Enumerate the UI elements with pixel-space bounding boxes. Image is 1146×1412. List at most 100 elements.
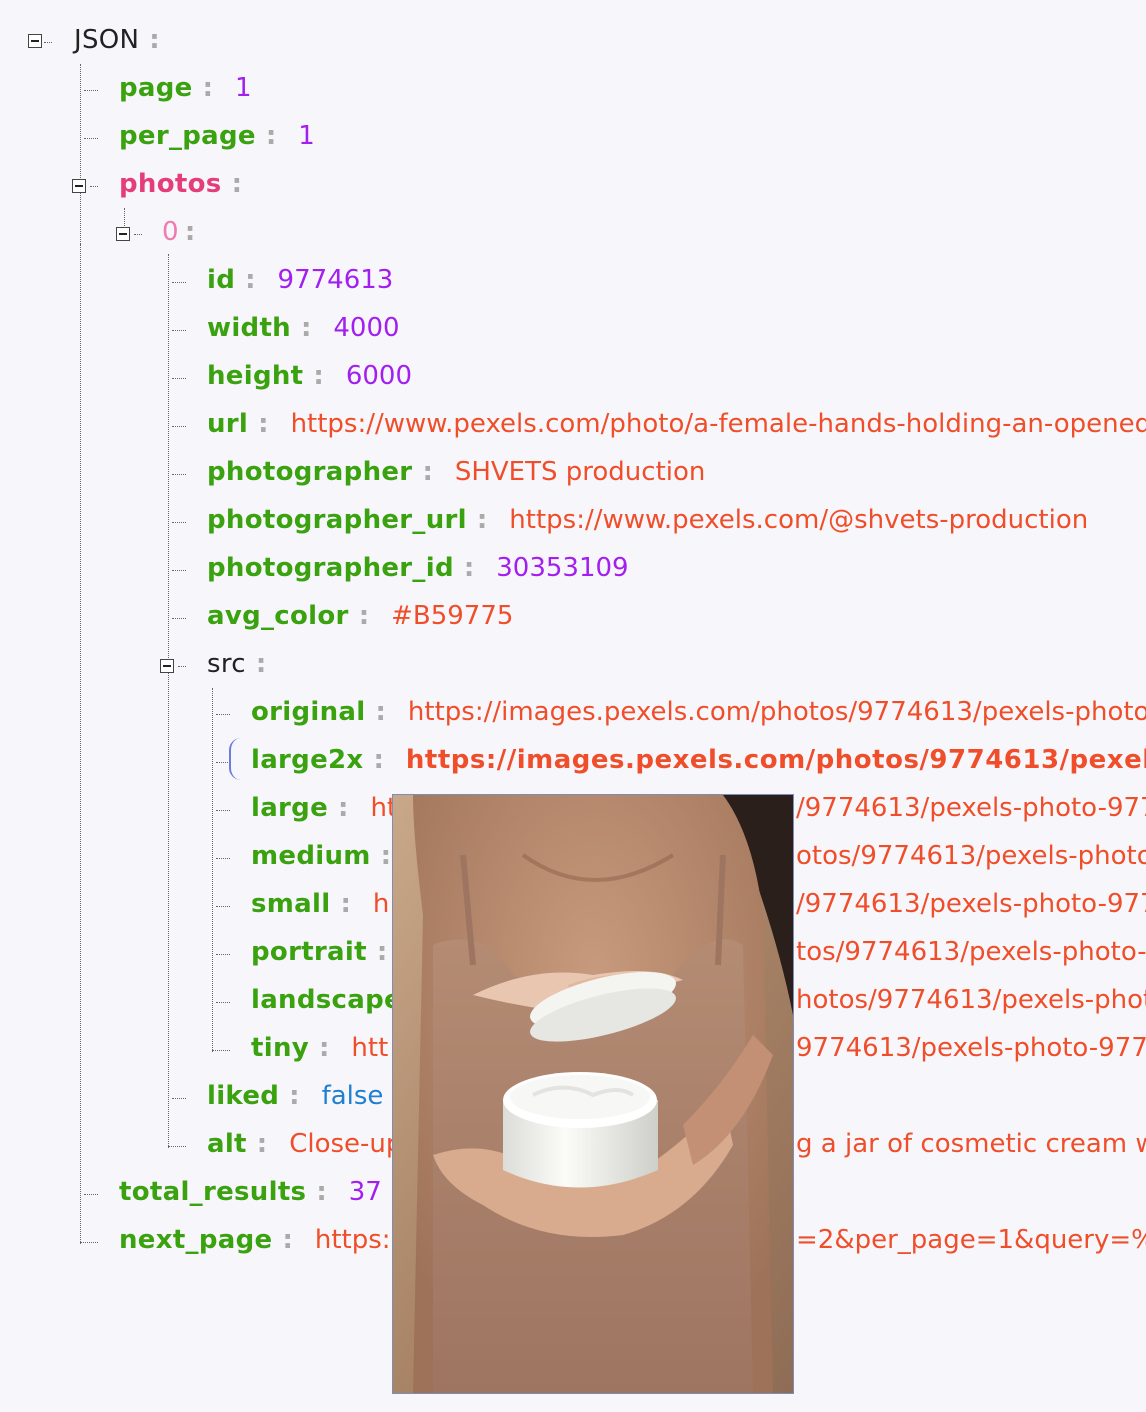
colon: : [316,1177,327,1207]
value-medium-tail[interactable]: otos/9774613/pexels-photo-9 [796,836,1146,876]
value-alt: Close-up [289,1129,403,1159]
value-alt-tail: g a jar of cosmetic cream w [796,1124,1146,1164]
tree-guide-src [212,688,213,1052]
tree-branch [44,42,52,43]
tree-branch [172,426,186,427]
colon: : [255,649,267,679]
value-original[interactable]: https://images.pexels.com/photos/9774613… [408,697,1146,727]
tree-row-photographer-id[interactable]: photographer_id:30353109 [207,548,629,588]
tree-branch [216,1002,230,1003]
colon: : [476,505,488,535]
colon: : [376,937,388,967]
colon: : [231,169,242,199]
colon: : [149,25,160,55]
value-url[interactable]: https://www.pexels.com/photo/a-female-ha… [291,409,1146,439]
colon: : [338,793,349,823]
key-photos: photos [119,169,222,199]
tree-row-medium[interactable]: medium: [251,836,413,876]
tree-row-liked[interactable]: liked: false [207,1076,383,1116]
tree-branch [172,330,186,331]
value-tiny-tail-text: 9774613/pexels-photo-97746 [796,1033,1146,1063]
tree-row-per-page[interactable]: per_page:1 [119,116,315,156]
tree-row-width[interactable]: width:4000 [207,308,400,348]
tree-branch [172,570,186,571]
value-photographer-url[interactable]: https://www.pexels.com/@shvets-productio… [509,505,1088,535]
collapse-toggle-icon[interactable] [28,34,42,48]
value-portrait-tail-text: tos/9774613/pexels-photo-97 [796,937,1146,967]
key-photographer: photographer [207,457,413,487]
collapse-toggle-icon[interactable] [160,659,174,673]
tree-root-row[interactable]: JSON: [74,20,182,60]
colon: : [463,553,475,583]
colon: : [289,1081,300,1111]
tree-row-page[interactable]: page:1 [119,68,252,108]
value-small[interactable]: h [373,889,389,919]
colon: : [258,409,269,439]
value-small-tail[interactable]: /9774613/pexels-photo-9774 [796,884,1146,924]
collapse-toggle-icon[interactable] [72,179,86,193]
tree-row-small[interactable]: small: h [251,884,389,924]
colon: : [184,217,196,247]
tree-branch [216,858,230,859]
tree-row-height[interactable]: height:6000 [207,356,412,396]
tree-branch [84,90,98,91]
tree-branch [172,282,186,283]
colon: : [282,1225,293,1255]
colon: : [375,697,386,727]
tree-row-next-page[interactable]: next_page: https: [119,1220,391,1260]
tree-row-photographer[interactable]: photographer: SHVETS production [207,452,705,492]
key-url: url [207,409,249,439]
tree-guide-root [80,64,81,244]
colon: : [380,841,392,871]
value-total-results: 37 [348,1177,382,1207]
key-per-page: per_page [119,121,256,151]
tree-row-alt[interactable]: alt: Close-up [207,1124,402,1164]
value-large-tail-text: /9774613/pexels-photo-9774 [796,793,1146,823]
tree-branch [216,954,230,955]
value-small-tail-text: /9774613/pexels-photo-9774 [796,889,1146,919]
value-large-tail[interactable]: /9774613/pexels-photo-9774 [796,788,1146,828]
key-height: height [207,361,304,391]
tree-row-total-results[interactable]: total_results:37 [119,1172,382,1212]
tree-guide-item0 [168,254,169,1148]
tree-row-large[interactable]: large: ht [251,788,397,828]
tree-row-photographer-url[interactable]: photographer_url: https://www.pexels.com/… [207,500,1088,540]
tree-branch [212,1050,230,1051]
colon: : [202,73,214,103]
value-tiny-tail[interactable]: 9774613/pexels-photo-97746 [796,1028,1146,1068]
tree-row-photos[interactable]: photos: [119,164,264,204]
tree-row-photo-0[interactable]: 0: [162,212,217,252]
tree-branch [172,522,186,523]
key-portrait: portrait [251,937,367,967]
colon: : [313,361,324,391]
key-landscape: landscape [251,985,402,1015]
key-liked: liked [207,1081,280,1111]
value-id: 9774613 [277,265,394,295]
tree-row-portrait[interactable]: portrait: [251,932,409,972]
key-photographer-url: photographer_url [207,505,467,535]
tree-branch [216,714,230,715]
value-large2x[interactable]: https://images.pexels.com/photos/9774613… [406,745,1146,775]
collapse-toggle-icon[interactable] [116,227,130,241]
value-portrait-tail[interactable]: tos/9774613/pexels-photo-97 [796,932,1146,972]
value-landscape-tail[interactable]: hotos/9774613/pexels-photo [796,980,1146,1020]
tree-branch [216,906,230,907]
tree-row-original[interactable]: original: https://images.pexels.com/photo… [251,692,1146,732]
tree-row-tiny[interactable]: tiny: htt [251,1028,388,1068]
value-next-page[interactable]: https: [315,1225,391,1255]
tree-row-avg-color[interactable]: avg_color: #B59775 [207,596,513,636]
tree-row-id[interactable]: id:9774613 [207,260,393,300]
value-avg-color: #B59775 [391,601,514,631]
key-total-results: total_results [119,1177,307,1207]
value-tiny[interactable]: htt [351,1033,388,1063]
value-height: 6000 [345,361,412,391]
tree-row-src[interactable]: src: [207,644,288,684]
value-medium-tail-text: otos/9774613/pexels-photo-9 [796,841,1146,871]
colon: : [358,601,370,631]
value-alt-tail-text: g a jar of cosmetic cream w [796,1129,1146,1159]
tree-row-url[interactable]: url: https://www.pexels.com/photo/a-femal… [207,404,1146,444]
value-next-page-tail[interactable]: =2&per_page=1&query=% [796,1220,1146,1260]
key-alt: alt [207,1129,247,1159]
tree-row-large2x[interactable]: large2x: https://images.pexels.com/photos… [251,740,1146,780]
key-large: large [251,793,329,823]
